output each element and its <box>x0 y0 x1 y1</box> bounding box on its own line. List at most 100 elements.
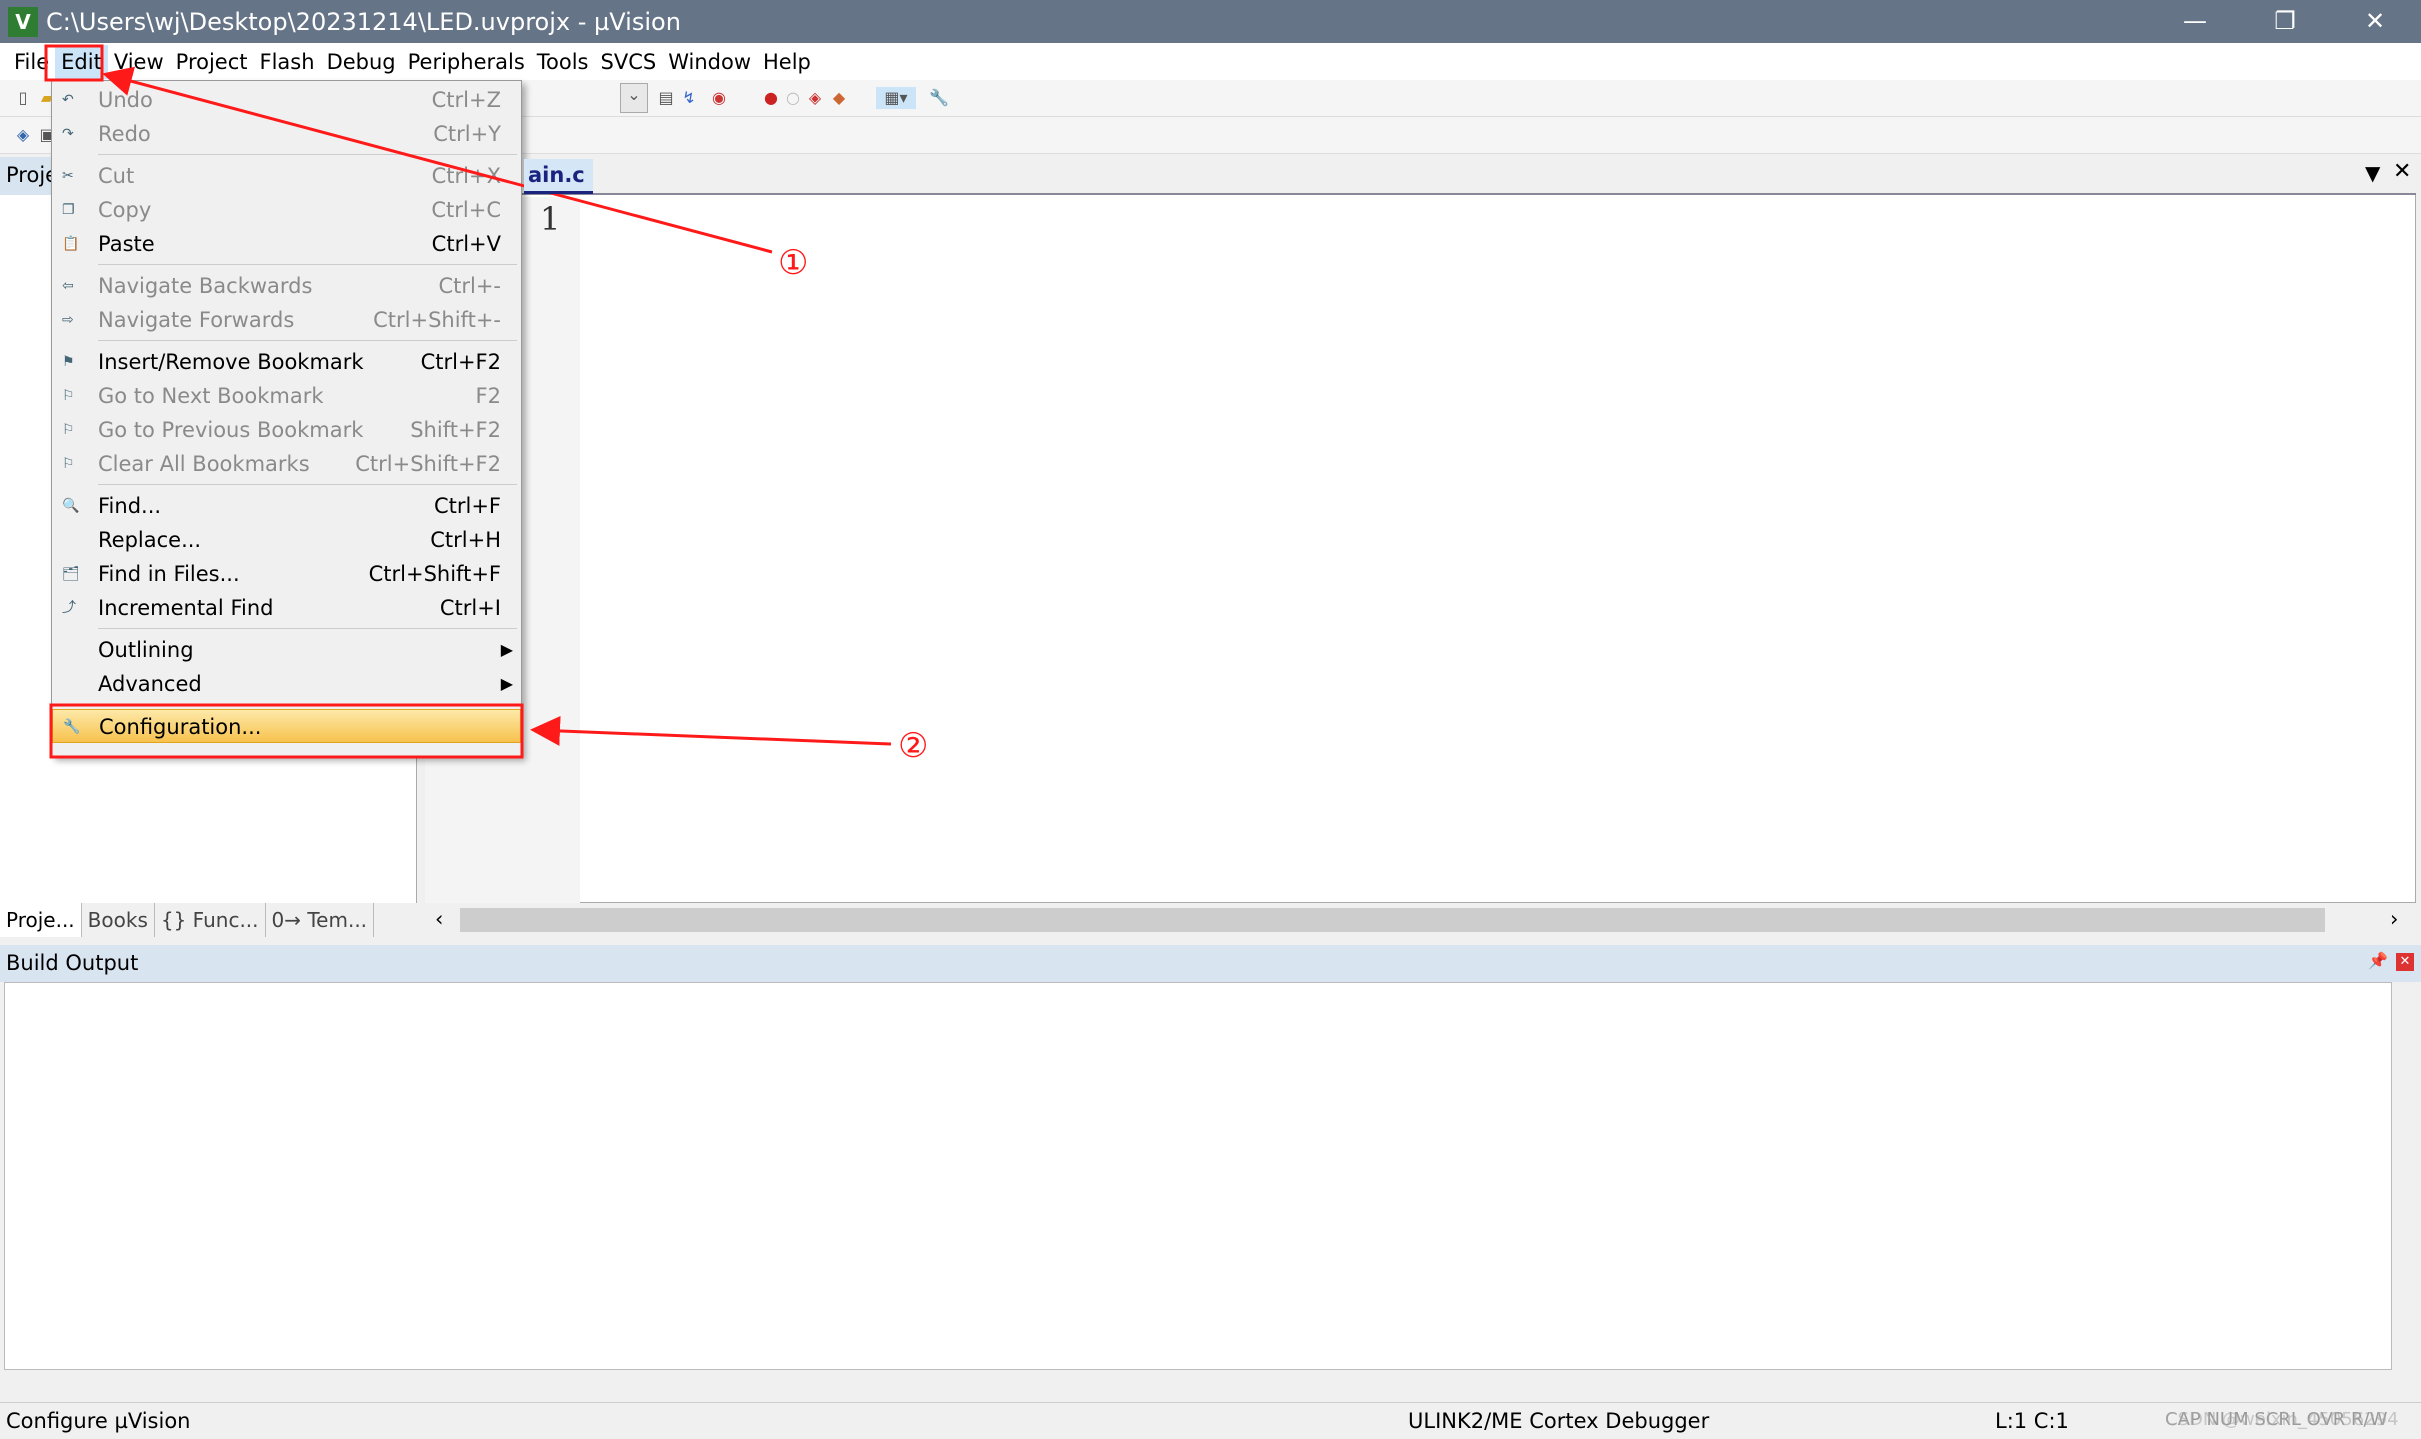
submenu-arrow-icon: ▶ <box>500 640 513 659</box>
undo-icon: ↶ <box>62 92 74 108</box>
menu-item-label: Configuration... <box>99 715 262 739</box>
menu-item-outlining[interactable]: Outlining ▶ <box>52 633 521 667</box>
menu-separator <box>98 484 517 485</box>
find-in-files-icon: 🗂 <box>62 566 80 582</box>
menu-tools[interactable]: Tools <box>531 45 595 79</box>
menu-item-label: Navigate Backwards <box>98 274 313 298</box>
menu-svcs[interactable]: SVCS <box>595 45 663 79</box>
menu-item-shortcut: Ctrl+Z <box>431 88 501 112</box>
title-bar: V C:\Users\wj\Desktop\20231214\LED.uvpro… <box>0 0 2421 43</box>
tab-books[interactable]: Books <box>82 903 155 937</box>
edit-menu-dropdown: ↶ Undo Ctrl+Z ↷ Redo Ctrl+Y ✂ Cut Ctrl+X ❐ Copy Ctr… <box>51 80 522 757</box>
menu-item-label: Clear All Bookmarks <box>98 452 310 476</box>
menu-project[interactable]: Project <box>170 45 254 79</box>
target-dropdown[interactable]: ⌄ <box>620 83 648 113</box>
scrollbar-thumb[interactable] <box>460 908 2325 932</box>
find-icon[interactable]: ▤ <box>655 87 677 109</box>
menu-window[interactable]: Window <box>662 45 757 79</box>
menu-separator <box>98 628 517 629</box>
menu-item-shortcut: Ctrl+X <box>431 164 501 188</box>
file-tab-main-c[interactable]: ain.c <box>524 159 593 194</box>
menu-help[interactable]: Help <box>757 45 817 79</box>
tab-list-icon[interactable]: ▼ <box>2365 161 2380 185</box>
menu-item-insert-remove-bookmark[interactable]: ⚑ Insert/Remove Bookmark Ctrl+F2 <box>52 345 521 379</box>
menu-debug[interactable]: Debug <box>321 45 402 79</box>
menu-item-clear-all-bookmarks[interactable]: ⚐ Clear All Bookmarks Ctrl+Shift+F2 <box>52 447 521 481</box>
status-bar: Configure µVision ULINK2/ME Cortex Debug… <box>0 1402 2421 1439</box>
menu-separator <box>98 704 517 705</box>
copy-icon: ❐ <box>62 202 75 218</box>
menu-edit[interactable]: Edit <box>55 44 108 79</box>
build-output-area[interactable] <box>4 982 2392 1370</box>
menu-item-configuration[interactable]: 🔧 Configuration... <box>52 709 521 743</box>
menu-item-label: Navigate Forwards <box>98 308 295 332</box>
menu-item-label: Find... <box>98 494 162 518</box>
clear-bookmarks-icon: ⚐ <box>62 456 75 472</box>
menu-item-label: Copy <box>98 198 152 222</box>
restore-button[interactable]: ❐ <box>2250 0 2320 43</box>
cut-icon: ✂ <box>62 168 74 184</box>
menu-item-label: Cut <box>98 164 135 188</box>
menu-item-label: Replace... <box>98 528 202 552</box>
debug-session-icon[interactable]: ↯ <box>678 87 700 109</box>
menu-item-label: Find in Files... <box>98 562 240 586</box>
project-panel-tabs: Proje... Books {} Func... 0→ Tem... <box>0 903 417 937</box>
menu-item-shortcut: Ctrl+Y <box>433 122 501 146</box>
menu-peripherals[interactable]: Peripherals <box>402 45 531 79</box>
menu-item-undo[interactable]: ↶ Undo Ctrl+Z <box>52 83 521 117</box>
tab-functions[interactable]: {} Func... <box>155 903 266 937</box>
menu-item-shortcut: F2 <box>475 384 501 408</box>
bookmark-icon: ⚑ <box>62 354 75 370</box>
menu-flash[interactable]: Flash <box>254 45 321 79</box>
menu-view[interactable]: View <box>108 45 170 79</box>
status-position: L:1 C:1 <box>1995 1409 2069 1433</box>
close-tab-icon[interactable]: ✕ <box>2393 159 2411 184</box>
menu-item-advanced[interactable]: Advanced ▶ <box>52 667 521 701</box>
menu-item-redo[interactable]: ↷ Redo Ctrl+Y <box>52 117 521 151</box>
next-bookmark-icon: ⚐ <box>62 388 75 404</box>
paste-icon: 📋 <box>62 236 80 252</box>
zoom-debug-icon[interactable]: ◉ <box>708 87 730 109</box>
minimize-button[interactable]: — <box>2160 0 2230 43</box>
submenu-arrow-icon: ▶ <box>500 674 513 693</box>
close-panel-icon[interactable]: ✕ <box>2396 953 2414 971</box>
menu-item-cut[interactable]: ✂ Cut Ctrl+X <box>52 159 521 193</box>
kill-breakpoints-icon[interactable]: ◈ <box>804 87 826 109</box>
menu-item-shortcut: Ctrl+I <box>439 596 501 620</box>
menu-item-find[interactable]: 🔍 Find... Ctrl+F <box>52 489 521 523</box>
build-icon[interactable]: ◈ <box>12 124 34 146</box>
menu-file[interactable]: File <box>8 45 55 79</box>
window-layout-icon[interactable]: ▦▾ <box>876 87 916 109</box>
menu-item-navigate-backwards[interactable]: ⇦ Navigate Backwards Ctrl+- <box>52 269 521 303</box>
menu-item-label: Advanced <box>98 672 202 696</box>
build-output-header: Build Output 📌 ✕ <box>0 945 2421 982</box>
menu-separator <box>98 264 517 265</box>
breakpoint-settings-icon[interactable]: ◆ <box>828 87 850 109</box>
tab-project[interactable]: Proje... <box>0 903 82 937</box>
wrench-icon[interactable]: 🔧 <box>928 87 950 109</box>
menu-item-go-to-previous-bookmark[interactable]: ⚐ Go to Previous Bookmark Shift+F2 <box>52 413 521 447</box>
menu-item-copy[interactable]: ❐ Copy Ctrl+C <box>52 193 521 227</box>
find-icon: 🔍 <box>62 498 80 514</box>
menu-item-label: Go to Previous Bookmark <box>98 418 364 442</box>
menu-item-incremental-find[interactable]: ⤴ Incremental Find Ctrl+I <box>52 591 521 625</box>
disable-breakpoint-icon[interactable]: ○ <box>782 87 804 109</box>
new-file-icon[interactable]: ▯ <box>12 87 34 109</box>
close-button[interactable]: ✕ <box>2340 0 2410 43</box>
menu-separator <box>98 154 517 155</box>
menu-item-navigate-forwards[interactable]: ⇨ Navigate Forwards Ctrl+Shift+- <box>52 303 521 337</box>
menu-item-label: Paste <box>98 232 155 256</box>
editor-area[interactable] <box>425 157 2416 903</box>
breakpoint-icon[interactable]: ● <box>760 87 782 109</box>
menu-item-replace[interactable]: Replace... Ctrl+H <box>52 523 521 557</box>
scroll-right-icon[interactable]: › <box>2390 907 2398 931</box>
menu-item-find-in-files[interactable]: 🗂 Find in Files... Ctrl+Shift+F <box>52 557 521 591</box>
scroll-left-icon[interactable]: ‹ <box>435 907 443 931</box>
menu-item-shortcut: Ctrl+F <box>433 494 501 518</box>
pin-icon[interactable]: 📌 <box>2368 951 2388 970</box>
menu-item-paste[interactable]: 📋 Paste Ctrl+V <box>52 227 521 261</box>
line-number: 1 <box>540 200 561 238</box>
menu-item-go-to-next-bookmark[interactable]: ⚐ Go to Next Bookmark F2 <box>52 379 521 413</box>
tab-templates[interactable]: 0→ Tem... <box>266 903 375 937</box>
menu-item-label: Redo <box>98 122 151 146</box>
